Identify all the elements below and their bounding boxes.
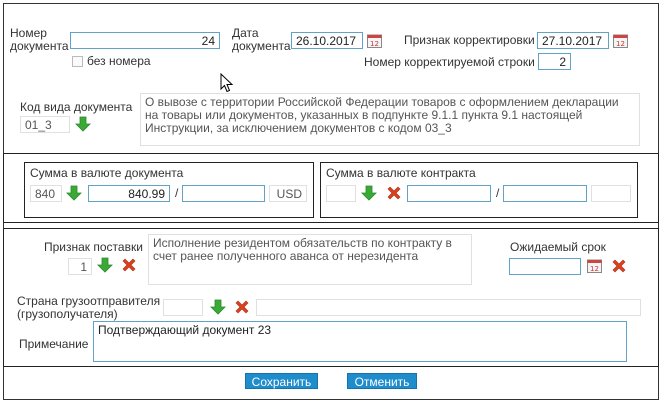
cancel-button[interactable]: Отменить: [347, 373, 417, 389]
svg-text:12: 12: [590, 265, 599, 273]
no-number-checkbox[interactable]: [72, 56, 83, 67]
doc-type-label: Код вида документа: [20, 100, 133, 114]
shipper-country-name: [256, 299, 641, 316]
red-x-icon[interactable]: [234, 299, 250, 315]
doc-amount-input[interactable]: 840.99: [88, 185, 170, 202]
calendar-icon[interactable]: 12: [613, 33, 628, 48]
doc-date-label: Дата документа: [232, 26, 291, 53]
green-arrow-down-icon[interactable]: [97, 257, 113, 273]
note-label: Примечание: [19, 337, 89, 351]
calendar-icon[interactable]: 12: [587, 258, 602, 273]
contract-amount-separator: /: [496, 186, 500, 200]
corrected-row-label: Номер корректируемой строки: [364, 55, 535, 69]
expected-term-input[interactable]: [509, 258, 581, 275]
expected-term-label: Ожидаемый срок: [510, 240, 606, 254]
doc-currency-label: Сумма в валюте документа: [30, 166, 184, 180]
green-arrow-down-icon[interactable]: [210, 299, 226, 315]
doc-currency-code: 840: [30, 185, 62, 202]
svg-text:12: 12: [370, 40, 379, 48]
doc-currency-name: USD: [269, 185, 307, 202]
doc-number-input[interactable]: 24: [70, 32, 220, 49]
shipper-country-label: Страна грузоотправителя (грузополучателя…: [17, 294, 161, 321]
no-number-label: без номера: [87, 54, 151, 68]
doc-type-code-input[interactable]: 01_3: [20, 116, 70, 133]
contract-currency-label: Сумма в валюте контракта: [326, 166, 476, 180]
correction-date-input[interactable]: 27.10.2017: [537, 32, 609, 49]
note-textarea[interactable]: Подтверждающий документ 23: [93, 321, 627, 362]
save-button[interactable]: Сохранить: [245, 373, 318, 389]
doc-number-label: Номер документа: [10, 26, 69, 53]
delivery-sign-input[interactable]: 1: [68, 258, 92, 275]
contract-currency-code[interactable]: [326, 185, 356, 202]
doc-type-description: О вывозе с территории Российской Федерац…: [140, 93, 640, 146]
delivery-sign-label: Признак поставки: [44, 240, 143, 254]
red-x-icon[interactable]: [611, 258, 627, 274]
amount-separator: /: [175, 186, 179, 200]
green-arrow-down-icon[interactable]: [66, 185, 82, 201]
delivery-description: Исполнение резидентом обязательств по ко…: [148, 234, 472, 285]
contract-amount-input[interactable]: [407, 185, 491, 202]
green-arrow-down-icon[interactable]: [361, 185, 377, 201]
corrected-row-input[interactable]: 2: [538, 53, 571, 70]
shipper-country-code[interactable]: [163, 299, 203, 316]
red-x-icon[interactable]: [386, 185, 402, 201]
svg-text:12: 12: [616, 40, 625, 48]
red-x-icon[interactable]: [121, 257, 137, 273]
calendar-icon[interactable]: 12: [367, 33, 382, 48]
contract-currency-name: [591, 185, 631, 202]
mouse-cursor-icon: [220, 73, 234, 93]
contract-amount-secondary-input[interactable]: [503, 185, 587, 202]
green-arrow-down-icon[interactable]: [75, 116, 91, 132]
doc-amount-secondary-input[interactable]: [182, 185, 265, 202]
doc-date-input[interactable]: 26.10.2017: [291, 32, 363, 49]
correction-label: Признак корректировки: [404, 33, 535, 47]
